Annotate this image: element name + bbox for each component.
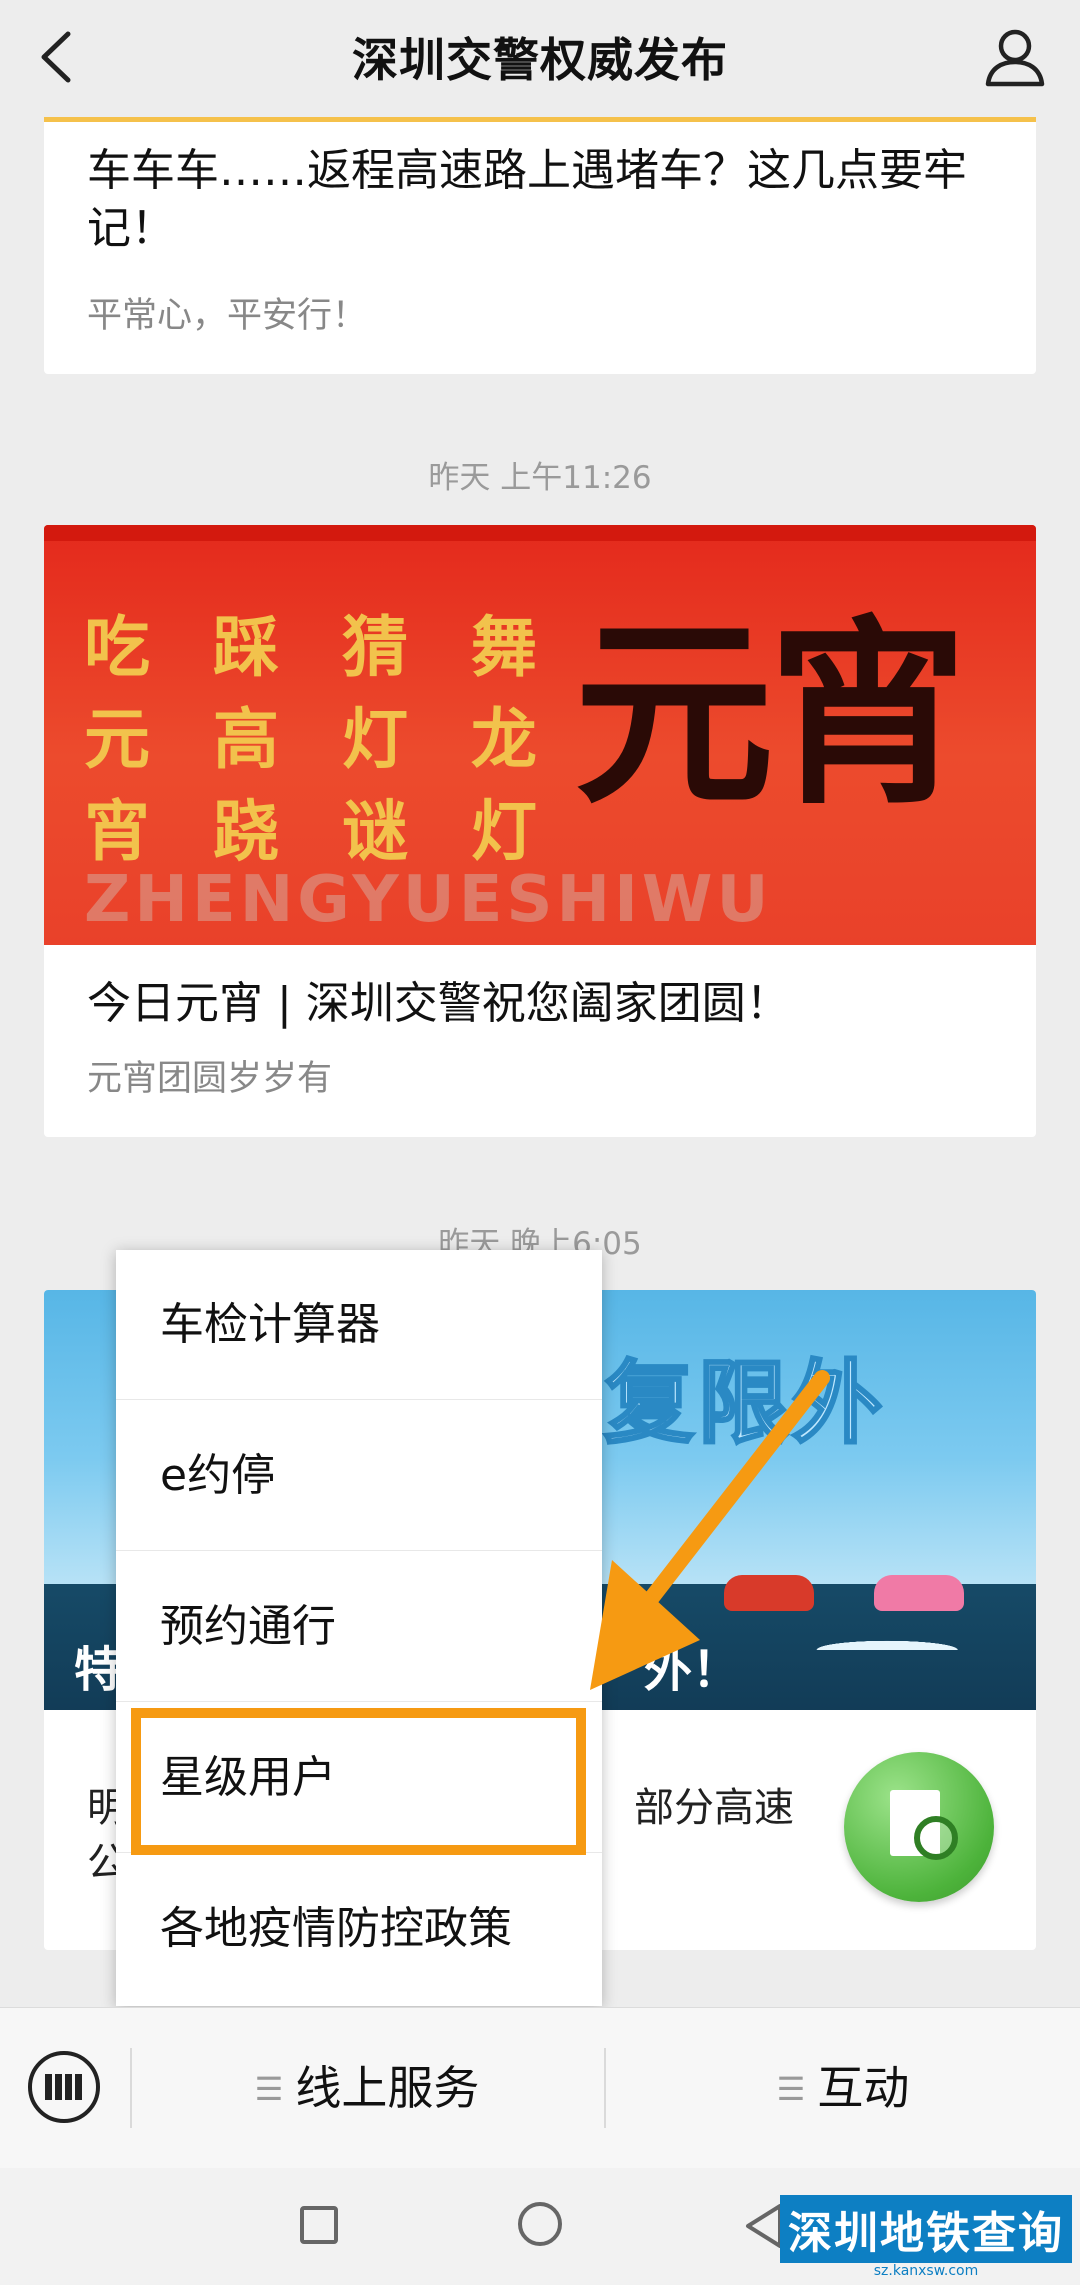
- article-title: 今日元宵 | 深圳交警祝您阖家团圆！: [87, 978, 790, 1029]
- highlight-box: [131, 1708, 586, 1855]
- magnifier-shape: [914, 1816, 958, 1860]
- bottom-service-bar: ☰ 线上服务 ☰ 互动: [0, 2007, 1080, 2168]
- system-navigation-bar: 深圳地铁查询 sz.kanxsw.com: [0, 2168, 1080, 2285]
- page-title: 深圳交警权威发布: [352, 33, 728, 87]
- banner-big-text: 元宵: [574, 597, 968, 832]
- article-title: 车车车……返程高速路上遇堵车？这几点要牢记！: [87, 145, 967, 254]
- banner-english-text: ZHENGYUESHIWU: [84, 863, 773, 937]
- online-service-tab[interactable]: ☰ 线上服务: [132, 2008, 602, 2168]
- header-bar: 深圳交警权威发布: [0, 0, 1080, 118]
- document-search-icon: [844, 1752, 994, 1902]
- banner-caption: 特: [74, 1642, 123, 1698]
- menu-item-reserve-pass[interactable]: 预约通行: [116, 1552, 602, 1702]
- article-subtitle: 元宵团圆岁岁有: [87, 1059, 333, 1099]
- watermark-text: 深圳地铁查询: [780, 2195, 1072, 2263]
- banner-top-strip: [44, 525, 1036, 541]
- interaction-tab[interactable]: ☰ 互动: [606, 2008, 1080, 2168]
- banner-couplet: 吃 踩 猜 舞 元 高 灯 龙 宵 跷 谜 灯: [84, 601, 557, 877]
- home-icon[interactable]: [518, 2202, 562, 2246]
- watermark-url: sz.kanxsw.com: [873, 2263, 979, 2279]
- keyboard-keys: [45, 2074, 83, 2100]
- hamburger-icon: ☰: [776, 2070, 806, 2108]
- red-car-illustration: [724, 1575, 814, 1611]
- couplet-line: 元 高 灯 龙: [84, 700, 557, 778]
- article-subtitle: 平常心，平安行！: [87, 296, 368, 336]
- menu-item-epidemic-policy[interactable]: 各地疫情防控政策: [116, 1854, 602, 2004]
- menu-item-e-parking[interactable]: e约停: [116, 1401, 602, 1551]
- pink-car-illustration: [874, 1575, 964, 1611]
- article-card[interactable]: 车车车……返程高速路上遇堵车？这几点要牢记！ 平常心，平安行！: [44, 122, 1036, 374]
- tab-label: 互动: [817, 2061, 910, 2115]
- site-watermark: 深圳地铁查询 sz.kanxsw.com: [780, 2195, 1072, 2279]
- service-menu-popup: 车检计算器 e约停 预约通行 星级用户 各地疫情防控政策: [116, 1250, 602, 2006]
- banner-headline: 复限外: [603, 1350, 886, 1458]
- couplet-line: 吃 踩 猜 舞: [84, 608, 557, 686]
- article-cover-image: 吃 踩 猜 舞 元 高 灯 龙 宵 跷 谜 灯 元宵 ZHENGYUESHIWU: [44, 525, 1036, 945]
- article-card[interactable]: 吃 踩 猜 舞 元 高 灯 龙 宵 跷 谜 灯 元宵 ZHENGYUESHIWU…: [44, 525, 1036, 1137]
- menu-item-vehicle-inspection[interactable]: 车检计算器: [116, 1250, 602, 1400]
- user-profile-icon[interactable]: [980, 22, 1050, 92]
- keyboard-icon[interactable]: [28, 2051, 100, 2123]
- recent-apps-icon[interactable]: [300, 2206, 338, 2244]
- article-text: 部分高速: [634, 1785, 794, 1831]
- tab-label: 线上服务: [295, 2061, 480, 2115]
- banner-caption: 外！: [644, 1642, 741, 1698]
- hamburger-icon: ☰: [254, 2070, 284, 2108]
- message-timestamp: 昨天 上午11:26: [428, 460, 652, 496]
